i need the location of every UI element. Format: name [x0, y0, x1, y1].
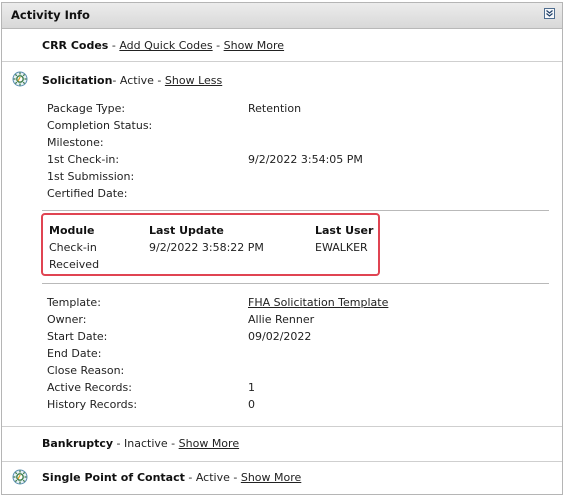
separator: - — [111, 39, 116, 52]
crr-show-more-link[interactable]: Show More — [224, 39, 284, 52]
last-update-header: Last Update — [149, 224, 224, 237]
divider — [42, 283, 549, 284]
panel-header: Activity Info — [2, 3, 562, 29]
first-submission-label: 1st Submission: — [47, 170, 135, 183]
solicitation-section: Solicitation- Active - Show Less Package… — [2, 62, 562, 427]
active-records-label: Active Records: — [47, 381, 132, 394]
crr-codes-title: CRR Codes — [42, 39, 109, 52]
spoc-status: - Active - — [188, 471, 238, 484]
last-user-header: Last User — [315, 224, 374, 237]
module-cell-line2: Received — [49, 258, 100, 271]
active-records-value: 1 — [248, 381, 255, 394]
bankruptcy-title: Bankruptcy — [42, 437, 114, 450]
solicitation-title: Solicitation — [42, 74, 113, 87]
template-link[interactable]: FHA Solicitation Template — [248, 296, 388, 309]
bankruptcy-status: - Inactive - — [116, 437, 176, 450]
milestone-label: Milestone: — [47, 136, 104, 149]
spoc-show-more-link[interactable]: Show More — [241, 471, 301, 484]
owner-value: Allie Renner — [248, 313, 315, 326]
close-reason-label: Close Reason: — [47, 364, 125, 377]
history-records-label: History Records: — [47, 398, 138, 411]
bankruptcy-show-more-link[interactable]: Show More — [179, 437, 239, 450]
start-date-label: Start Date: — [47, 330, 108, 343]
divider — [42, 210, 549, 211]
package-type-value: Retention — [248, 102, 302, 115]
owner-label: Owner: — [47, 313, 87, 326]
end-date-label: End Date: — [47, 347, 102, 360]
show-less-link[interactable]: Show Less — [165, 74, 222, 87]
spoc-row: Single Point of Contact - Active - Show … — [2, 462, 562, 494]
package-type-label: Package Type: — [47, 102, 126, 115]
template-label: Template: — [47, 296, 101, 309]
activity-info-panel: Activity Info CRR Codes - Add Quick Code… — [1, 2, 563, 495]
last-user-cell: EWALKER — [315, 241, 368, 254]
module-status-table: Module Last Update Last User Check-in Re… — [41, 213, 380, 276]
bankruptcy-row: Bankruptcy - Inactive - Show More — [2, 427, 562, 462]
crr-codes-row: CRR Codes - Add Quick Codes - Show More — [2, 29, 562, 62]
gear-icon[interactable] — [12, 71, 28, 87]
module-cell-line1: Check-in — [49, 241, 97, 254]
gear-icon[interactable] — [12, 469, 28, 485]
solicitation-status: - Active - — [112, 74, 162, 87]
spoc-title: Single Point of Contact — [42, 471, 185, 484]
start-date-value: 09/02/2022 — [248, 330, 312, 343]
first-check-in-label: 1st Check-in: — [47, 153, 120, 166]
last-update-cell: 9/2/2022 3:58:22 PM — [149, 241, 264, 254]
module-header: Module — [49, 224, 95, 237]
add-quick-codes-link[interactable]: Add Quick Codes — [119, 39, 212, 52]
first-check-in-value: 9/2/2022 3:54:05 PM — [248, 153, 363, 166]
chevron-down-icon[interactable] — [544, 8, 555, 19]
certified-date-label: Certified Date: — [47, 187, 128, 200]
history-records-value: 0 — [248, 398, 255, 411]
panel-title: Activity Info — [11, 8, 90, 22]
separator: - — [216, 39, 221, 52]
completion-status-label: Completion Status: — [47, 119, 153, 132]
